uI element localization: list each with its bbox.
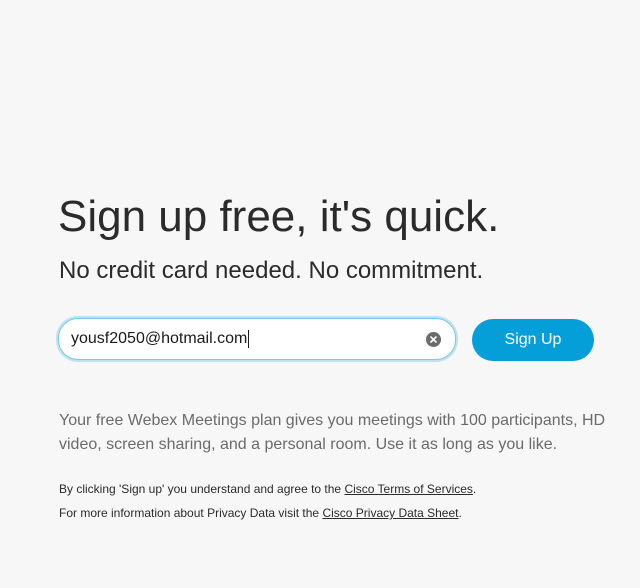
privacy-data-sheet-link[interactable]: Cisco Privacy Data Sheet (322, 506, 458, 520)
signup-form: Sign Up (58, 318, 598, 362)
terms-notice: By clicking 'Sign up' you understand and… (59, 481, 476, 497)
clear-icon[interactable] (426, 332, 441, 347)
privacy-prefix: For more information about Privacy Data … (59, 506, 323, 520)
email-field-container (58, 318, 456, 360)
page-subtitle: No credit card needed. No commitment. (59, 257, 484, 284)
terms-prefix: By clicking 'Sign up' you understand and… (59, 482, 345, 496)
terms-suffix: . (472, 482, 477, 496)
plan-description: Your free Webex Meetings plan gives you … (59, 412, 606, 453)
email-field[interactable] (71, 319, 411, 359)
terms-of-service-link[interactable]: Cisco Terms of Services (344, 482, 472, 496)
text-cursor (248, 330, 250, 348)
signup-page: Sign up free, it's quick. No credit card… (0, 0, 640, 588)
privacy-notice: For more information about Privacy Data … (59, 505, 462, 521)
sign-up-button[interactable]: Sign Up (472, 319, 594, 361)
page-title: Sign up free, it's quick. (58, 192, 500, 241)
privacy-suffix: . (458, 506, 462, 520)
